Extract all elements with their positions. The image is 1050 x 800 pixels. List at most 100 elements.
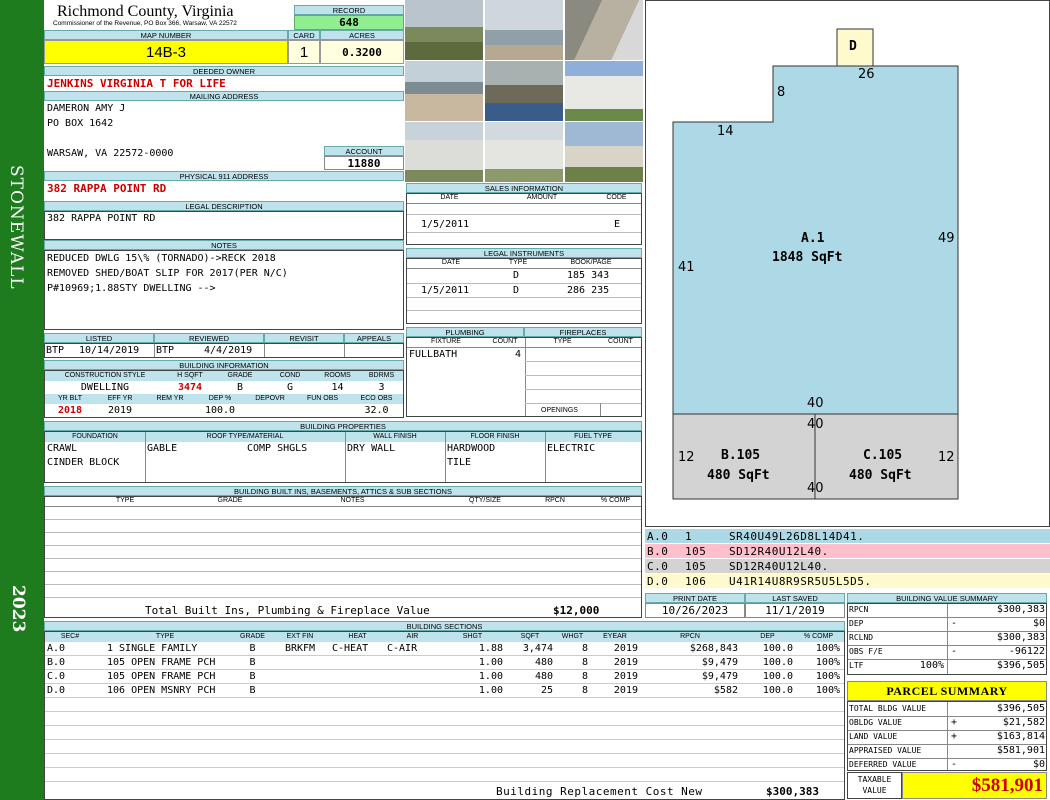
ps-land-label: LAND VALUE — [849, 732, 898, 741]
vs-rclnd: $300,383 — [996, 632, 1045, 643]
section-cell: 25 — [540, 685, 553, 696]
h-yr-blt: YR BLT — [58, 395, 82, 402]
fireplaces-title: FIREPLACES — [524, 327, 642, 337]
dim-left: 41 — [678, 260, 695, 275]
reviewed-label: REVIEWED — [154, 333, 264, 343]
taxable-value: $581,901 — [902, 772, 1047, 799]
sketch-code-text: SD12R40U12L40. — [729, 560, 829, 573]
section-col-header: WHGT — [561, 633, 584, 640]
card-number: 1 — [288, 40, 320, 64]
h-floor: FLOOR FINISH — [470, 433, 520, 440]
ps-bldg-label: TOTAL BLDG VALUE — [849, 704, 927, 713]
notes-label: NOTES — [44, 240, 404, 250]
section-col-header: EYEAR — [603, 633, 627, 640]
photo-7[interactable] — [405, 122, 483, 182]
fuel-type: ELECTRIC — [547, 443, 596, 454]
sketch-code-row: B.0 105 SD12R40U12L40. — [645, 544, 1050, 558]
sale-code: E — [614, 219, 621, 230]
vs-dep: $0 — [1032, 618, 1045, 629]
dim-top: 26 — [858, 67, 875, 82]
section-cell: 105 OPEN FRAME PCH — [107, 657, 216, 668]
section-cell: 100% — [815, 643, 840, 654]
sketch-code-text: SD12R40U12L40. — [729, 545, 829, 558]
photo-9[interactable] — [565, 122, 643, 182]
h-fun-obs: FUN OBS — [306, 395, 339, 402]
sales-h-date: DATE — [440, 194, 459, 201]
photo-6[interactable] — [565, 61, 643, 121]
section-cell: 1.00 — [478, 657, 503, 668]
section-cell: 480 — [534, 657, 553, 668]
sales-h-code: CODE — [606, 194, 627, 201]
li-h-type: TYPE — [508, 259, 528, 266]
sketch-code-row: D.0 106 U41R14U8R9SR5U5L5D5. — [645, 574, 1050, 588]
photo-1[interactable] — [405, 0, 483, 60]
h-fp-count: COUNT — [608, 338, 633, 345]
record-label: RECORD — [294, 5, 404, 15]
section-cell: B — [249, 643, 256, 654]
fixture-name: FULLBATH — [409, 349, 458, 360]
photo-2[interactable] — [485, 0, 563, 60]
mailing-line-1: DAMERON AMY J — [47, 103, 126, 114]
photo-3[interactable] — [565, 0, 643, 60]
section-cell: 105 OPEN FRAME PCH — [107, 671, 216, 682]
ps-obldg: $21,582 — [1002, 717, 1045, 728]
section-row: C.0 105 OPEN FRAME PCH B 1.00 480 8 2019 $9,479… — [45, 670, 844, 684]
section-cell: 2019 — [613, 671, 638, 682]
dim-bc-top: 40 — [807, 417, 824, 432]
section-b-label: B.105 — [721, 448, 761, 463]
section-col-header: % COMP — [803, 633, 834, 640]
section-col-header: SQFT — [520, 633, 540, 640]
sketch-code-num: 1 — [685, 530, 693, 543]
section-cell: 100.0 — [762, 671, 793, 682]
dim-step: 8 — [777, 85, 786, 100]
section-b-area: 480 SqFt — [707, 468, 770, 483]
ps-obldg-label: OBLDG VALUE — [849, 718, 902, 727]
section-c-label: C.105 — [863, 448, 903, 463]
bedrooms: 3 — [378, 382, 385, 393]
li-row-2-book: 286 235 — [567, 285, 610, 296]
vs-rpcn-label: RPCN — [849, 605, 869, 614]
section-cell: 1.00 — [478, 685, 503, 696]
map-number-label: MAP NUMBER — [44, 30, 288, 40]
section-cell: 100% — [815, 685, 840, 696]
building-sections-box: SEC# TYPE GRADE EXT FIN HEAT AIR SHGT SQFT WHGT E… — [44, 631, 845, 800]
section-row — [45, 698, 844, 712]
physical-address: 382 RAPPA POINT RD — [47, 182, 167, 195]
h-cond: COND — [279, 372, 301, 379]
section-cell: 480 — [534, 671, 553, 682]
building-properties-title: BUILDING PROPERTIES — [44, 421, 642, 431]
h-eco-obs: ECO OBS — [360, 395, 393, 402]
h-foundation: FOUNDATION — [72, 433, 118, 440]
tax-year: 2023 — [8, 585, 28, 633]
vs-ltf-label: LTF — [849, 661, 864, 670]
county-subline: Commissioner of the Revenue, PO Box 366,… — [53, 20, 237, 27]
sale-date: 1/5/2011 — [421, 219, 470, 230]
section-cell: 2019 — [613, 685, 638, 696]
section-cell: 1 SINGLE FAMILY — [107, 643, 198, 654]
sketch-code-num: 106 — [685, 575, 707, 588]
legal-description-box: 382 RAPPA POINT RD — [44, 211, 404, 240]
li-h-book: BOOK/PAGE — [570, 259, 612, 266]
record-value: 648 — [294, 15, 404, 30]
sales-title: SALES INFORMATION — [406, 183, 642, 193]
h-rem-yr: REM YR — [156, 395, 184, 402]
section-cell: 1.88 — [478, 643, 503, 654]
sketch-code-list: A.0 1 SR40U49L26D8L14D41. B.0 105 SD12R40U12L… — [645, 529, 1050, 589]
photo-4[interactable] — [405, 61, 483, 121]
h-roof: ROOF TYPE/MATERIAL — [206, 433, 284, 440]
acres-value: 0.3200 — [320, 40, 404, 64]
section-cell: 100% — [815, 657, 840, 668]
map-number: 14B-3 — [44, 40, 288, 64]
section-cell: 8 — [581, 657, 588, 668]
heated-sqft: 3474 — [177, 382, 203, 393]
depreciation-pct: 100.0 — [204, 405, 236, 416]
section-a-label: A.1 — [801, 231, 825, 246]
li-row-2-type: D — [513, 285, 520, 296]
floor-finish-1: HARDWOOD — [447, 443, 496, 454]
builtins-total-label: Total Built Ins, Plumbing & Fireplace Va… — [145, 604, 430, 617]
sketch-code-text: SR40U49L26D8L14D41. — [729, 530, 865, 543]
photo-8[interactable] — [485, 122, 563, 182]
photo-5[interactable] — [485, 61, 563, 121]
li-row-2-date: 1/5/2011 — [421, 285, 470, 296]
wall-finish: DRY WALL — [347, 443, 396, 454]
